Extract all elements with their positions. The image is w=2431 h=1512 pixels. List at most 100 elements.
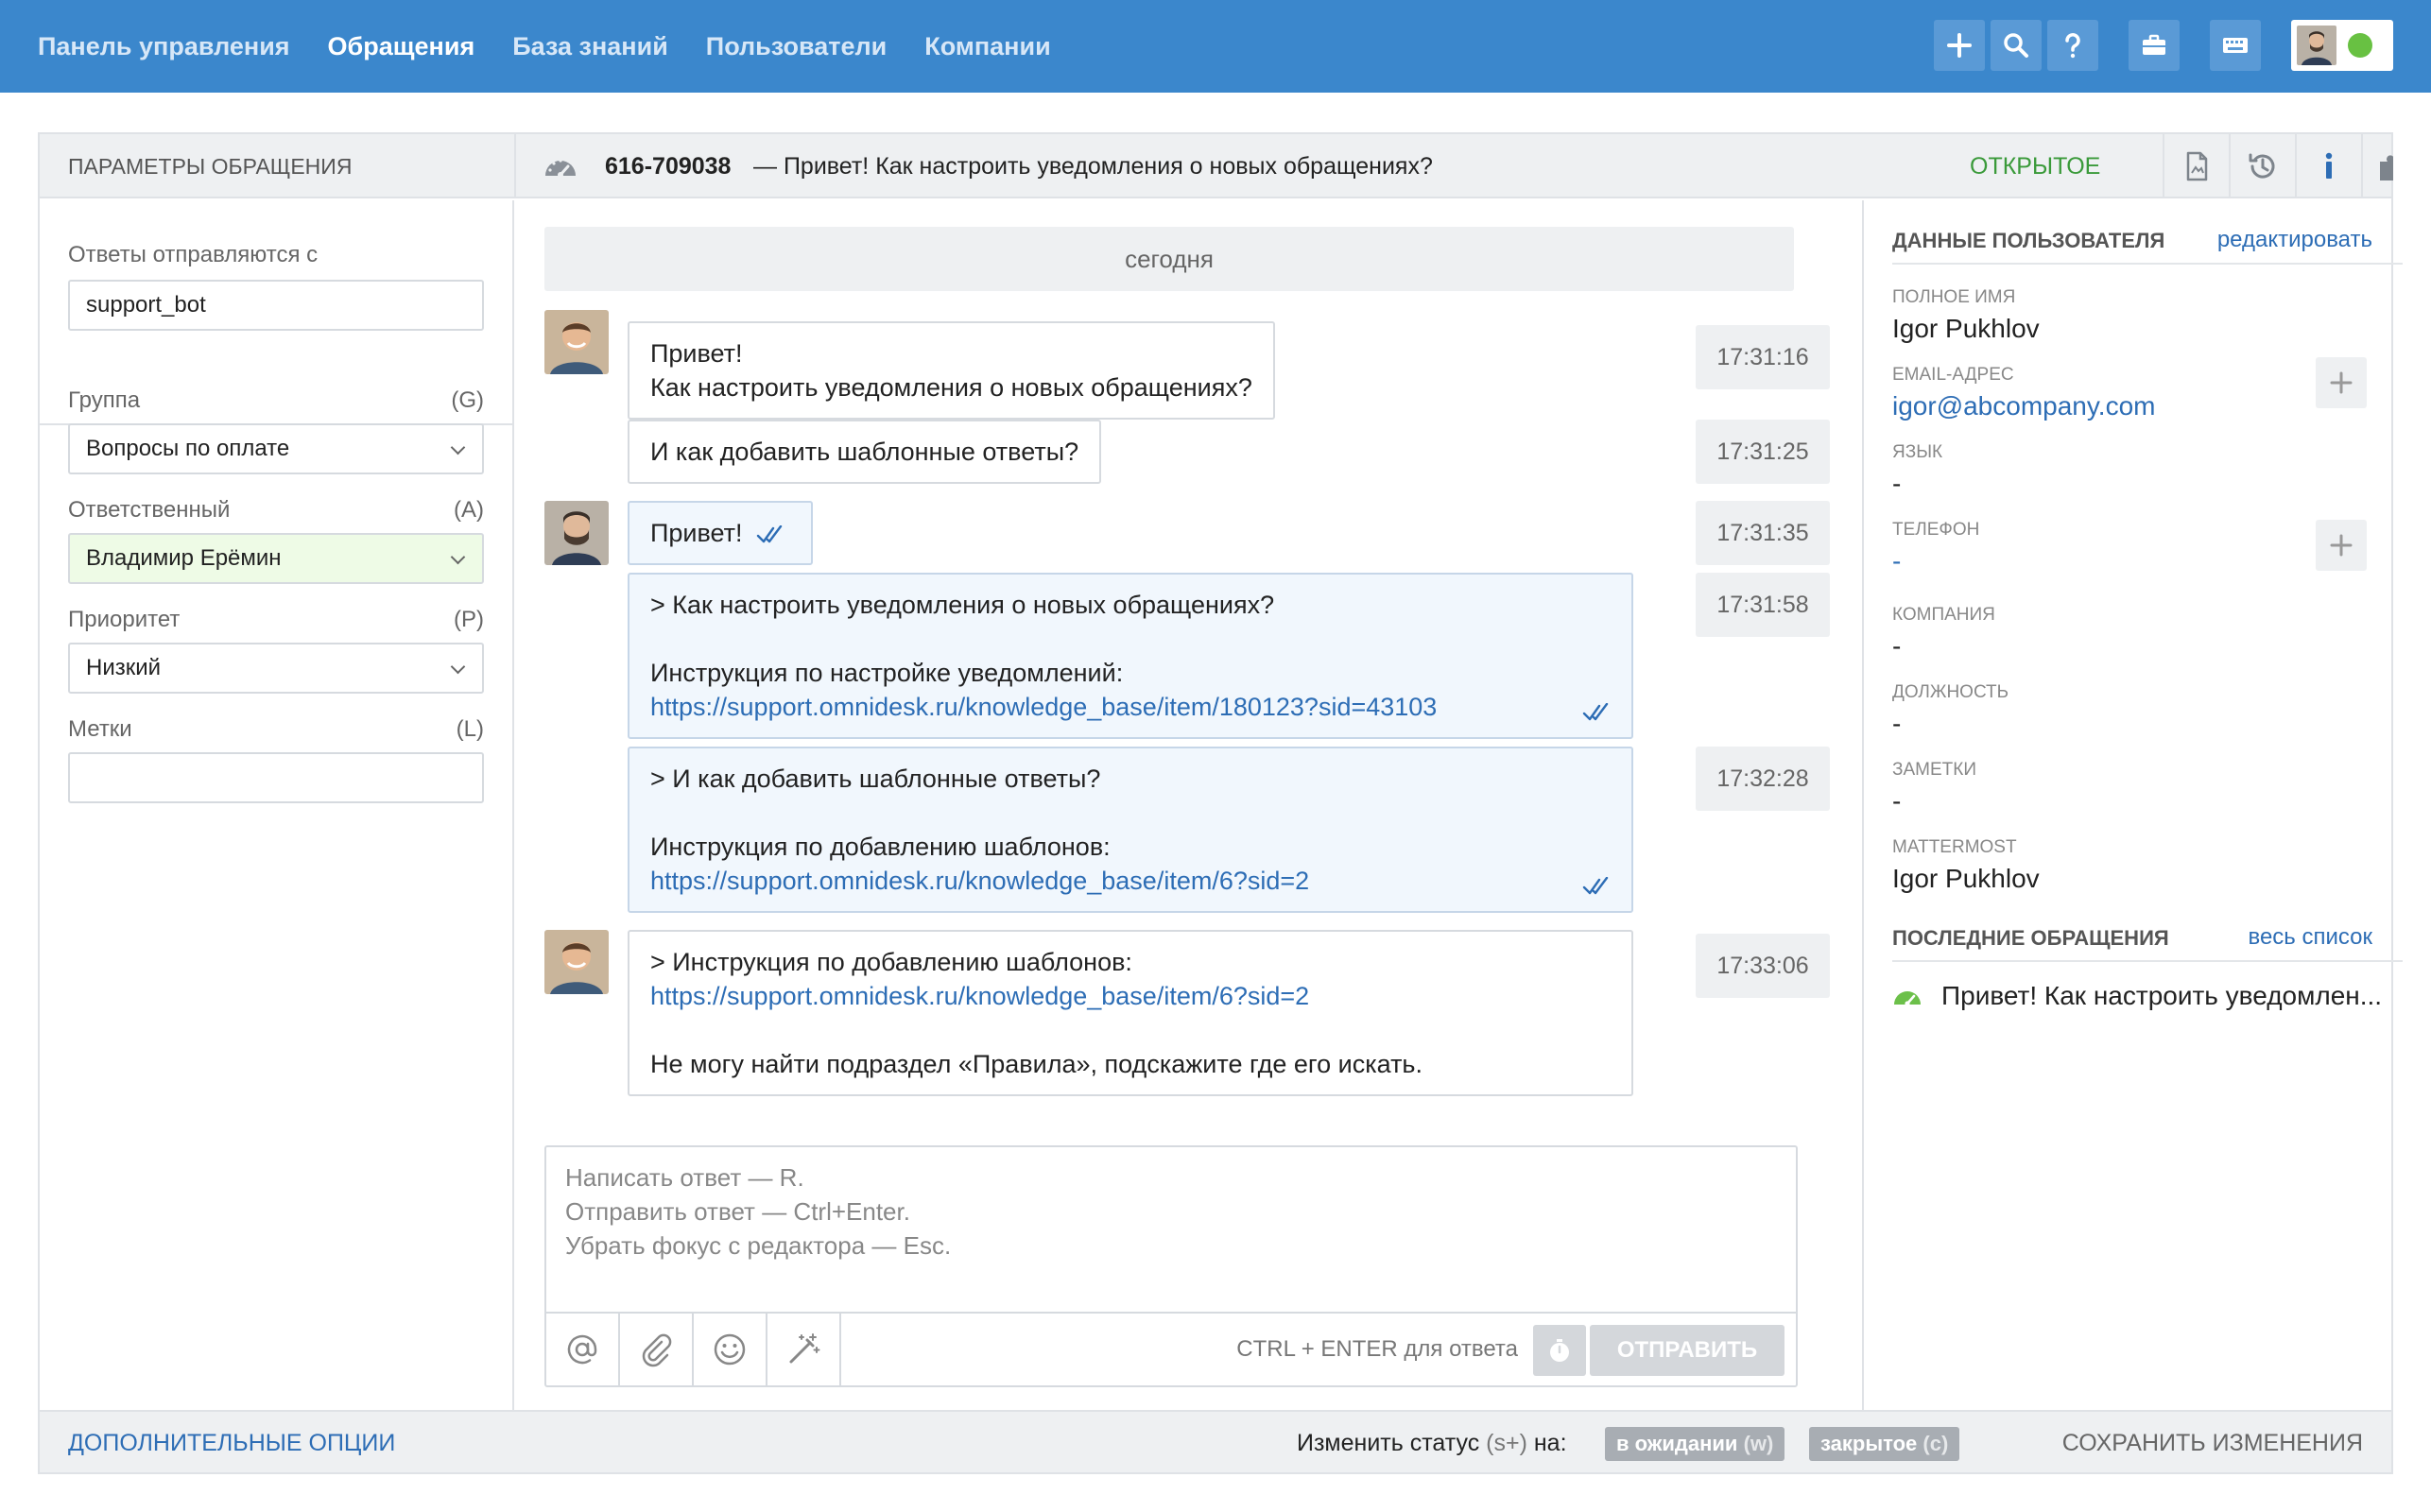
recent-tickets-title: ПОСЛЕДНИЕ ОБРАЩЕНИЯ — [1892, 926, 2169, 950]
user-profile-button[interactable] — [2291, 20, 2393, 71]
reply-from-field[interactable]: support_bot — [68, 280, 484, 331]
all-tickets-link[interactable]: весь список — [2248, 924, 2372, 951]
placeholder-line: Отправить ответ — Ctrl+Enter. — [565, 1197, 910, 1226]
keyboard-shortcuts-button[interactable] — [2210, 20, 2261, 71]
attach-icon — [642, 1333, 672, 1367]
reply-editor[interactable]: Написать ответ — R. Отправить ответ — Ct… — [544, 1145, 1798, 1387]
search-button[interactable] — [1991, 20, 2042, 71]
priority-gauge-icon — [545, 159, 576, 178]
priority-label: Приоритет — [68, 607, 181, 632]
message-line: Инструкция по настройке уведомлений: — [650, 659, 1124, 687]
status-closed-button[interactable]: закрытое (c) — [1809, 1427, 1960, 1461]
read-receipt-icon — [1582, 877, 1609, 895]
ticket-subject: — Привет! Как настроить уведомления о но… — [753, 153, 1433, 180]
mattermost-value: Igor Pukhlov — [1892, 864, 2040, 893]
group-shortcut: (G) — [451, 387, 484, 413]
priority-select[interactable]: Низкий — [68, 643, 484, 694]
params-title: ПАРАМЕТРЫ ОБРАЩЕНИЯ — [68, 154, 353, 179]
nav-users[interactable]: Пользователи — [706, 32, 887, 61]
briefcase-button[interactable] — [2129, 20, 2180, 71]
ticket-header: ПАРАМЕТРЫ ОБРАЩЕНИЯ 616-709038 — Привет!… — [40, 134, 2393, 198]
message-line — [650, 796, 1611, 830]
message-time: 17:31:25 — [1696, 420, 1830, 484]
message-link[interactable]: https://support.omnidesk.ru/knowledge_ba… — [650, 979, 1611, 1013]
ticket-footer: ДОПОЛНИТЕЛЬНЫЕ ОПЦИИ Изменить статус (s+… — [40, 1410, 2391, 1472]
language-label: ЯЗЫК — [1892, 442, 1943, 462]
nav-dashboard[interactable]: Панель управления — [38, 32, 290, 61]
user-data-title: ДАННЫЕ ПОЛЬЗОВАТЕЛЯ — [1892, 229, 2165, 252]
document-button[interactable] — [2163, 134, 2229, 198]
emoji-button[interactable] — [694, 1314, 767, 1385]
help-button[interactable] — [2047, 20, 2098, 71]
plus-icon — [2330, 371, 2353, 394]
plus-icon — [2330, 534, 2353, 557]
mention-button[interactable] — [546, 1314, 620, 1385]
placeholder-line: Написать ответ — R. — [565, 1163, 804, 1192]
recent-ticket-item[interactable]: Привет! Как настроить уведомлен... — [1892, 977, 2382, 1015]
nav-tickets[interactable]: Обращения — [328, 32, 475, 61]
message-link[interactable]: https://support.omnidesk.ru/knowledge_ba… — [650, 690, 1611, 724]
nav-knowledge-base[interactable]: База знаний — [512, 32, 668, 61]
search-icon — [2004, 33, 2028, 58]
status-closed-shortcut: (c) — [1922, 1432, 1949, 1455]
save-changes-button[interactable]: СОХРАНИТЬ ИЗМЕНЕНИЯ — [2062, 1412, 2363, 1474]
assignee-shortcut: (A) — [454, 497, 484, 523]
fullname-value: Igor Pukhlov — [1892, 314, 2040, 343]
position-label: ДОЛЖНОСТЬ — [1892, 682, 2009, 702]
mattermost-label: MATTERMOST — [1892, 837, 2017, 857]
message-bubble: И как добавить шаблонные ответы? — [628, 420, 1102, 484]
language-value: - — [1892, 469, 1902, 498]
email-label: EMAIL-АДРЕС — [1892, 365, 2014, 385]
read-receipt-icon — [756, 524, 782, 543]
reply-from-label: Ответы отправляются с — [68, 242, 319, 267]
priority-shortcut: (P) — [454, 607, 484, 632]
message-line: И как добавить шаблонные ответы? — [650, 438, 1079, 466]
document-icon — [2186, 151, 2208, 181]
assignee-select[interactable]: Владимир Ерёмин — [68, 533, 484, 584]
user-data-header: ДАННЫЕ ПОЛЬЗОВАТЕЛЯ редактировать — [1892, 221, 2403, 265]
notes-label: ЗАМЕТКИ — [1892, 760, 1976, 780]
change-status-label: Изменить статус (s+) на: — [1297, 1412, 1567, 1474]
email-value[interactable]: igor@abcompany.com — [1892, 391, 2155, 421]
message-line: Инструкция по добавлению шаблонов: — [650, 833, 1111, 861]
ticket-panel: ПАРАМЕТРЫ ОБРАЩЕНИЯ 616-709038 — Привет!… — [38, 132, 2403, 1474]
magic-wand-icon — [789, 1333, 820, 1364]
info-button[interactable] — [2295, 134, 2361, 198]
new-ticket-button[interactable] — [1934, 20, 1985, 71]
mention-icon — [567, 1334, 597, 1365]
history-button[interactable] — [2229, 134, 2295, 198]
phone-value: - — [1892, 546, 1902, 576]
user-info-panel: ДАННЫЕ ПОЛЬЗОВАТЕЛЯ редактировать ПОЛНОЕ… — [1862, 200, 2403, 1410]
send-button[interactable]: ОТПРАВИТЬ — [1590, 1325, 1784, 1376]
editor-toolbar: CTRL + ENTER для ответа ОТПРАВИТЬ — [546, 1312, 1796, 1385]
status-pending-button[interactable]: в ожидании (w) — [1605, 1427, 1785, 1461]
message-link[interactable]: https://support.omnidesk.ru/knowledge_ba… — [650, 864, 1611, 898]
history-icon — [2249, 153, 2275, 179]
templates-button[interactable] — [767, 1314, 841, 1385]
notes-value: - — [1892, 786, 1902, 816]
message-time: 17:31:58 — [1696, 573, 1830, 637]
online-status-icon — [2348, 33, 2372, 58]
read-receipt-icon — [1582, 703, 1609, 721]
plugins-button[interactable] — [2361, 134, 2393, 198]
edit-user-link[interactable]: редактировать — [2217, 227, 2372, 253]
message-line — [650, 1013, 1611, 1047]
ticket-number: 616-709038 — [605, 153, 732, 180]
message-line: Привет! — [650, 339, 743, 368]
editor-placeholder: Написать ответ — R. Отправить ответ — Ct… — [565, 1160, 951, 1263]
add-phone-button[interactable] — [2316, 520, 2367, 571]
group-select[interactable]: Вопросы по оплате — [68, 423, 484, 474]
message-line: Привет! — [650, 519, 743, 547]
attach-button[interactable] — [620, 1314, 694, 1385]
change-status-prefix: Изменить статус — [1297, 1430, 1480, 1456]
status-badge[interactable]: ОТКРЫТОЕ — [1970, 134, 2100, 198]
add-email-button[interactable] — [2316, 357, 2367, 408]
delayed-send-button[interactable] — [1533, 1325, 1586, 1376]
message-line: > И как добавить шаблонные ответы? — [650, 765, 1101, 793]
customer-avatar — [544, 930, 609, 994]
assignee-label: Ответственный — [68, 497, 231, 523]
avatar — [2297, 26, 2336, 65]
tags-input[interactable] — [68, 752, 484, 803]
more-options-link[interactable]: ДОПОЛНИТЕЛЬНЫЕ ОПЦИИ — [68, 1412, 395, 1474]
nav-companies[interactable]: Компании — [924, 32, 1050, 61]
